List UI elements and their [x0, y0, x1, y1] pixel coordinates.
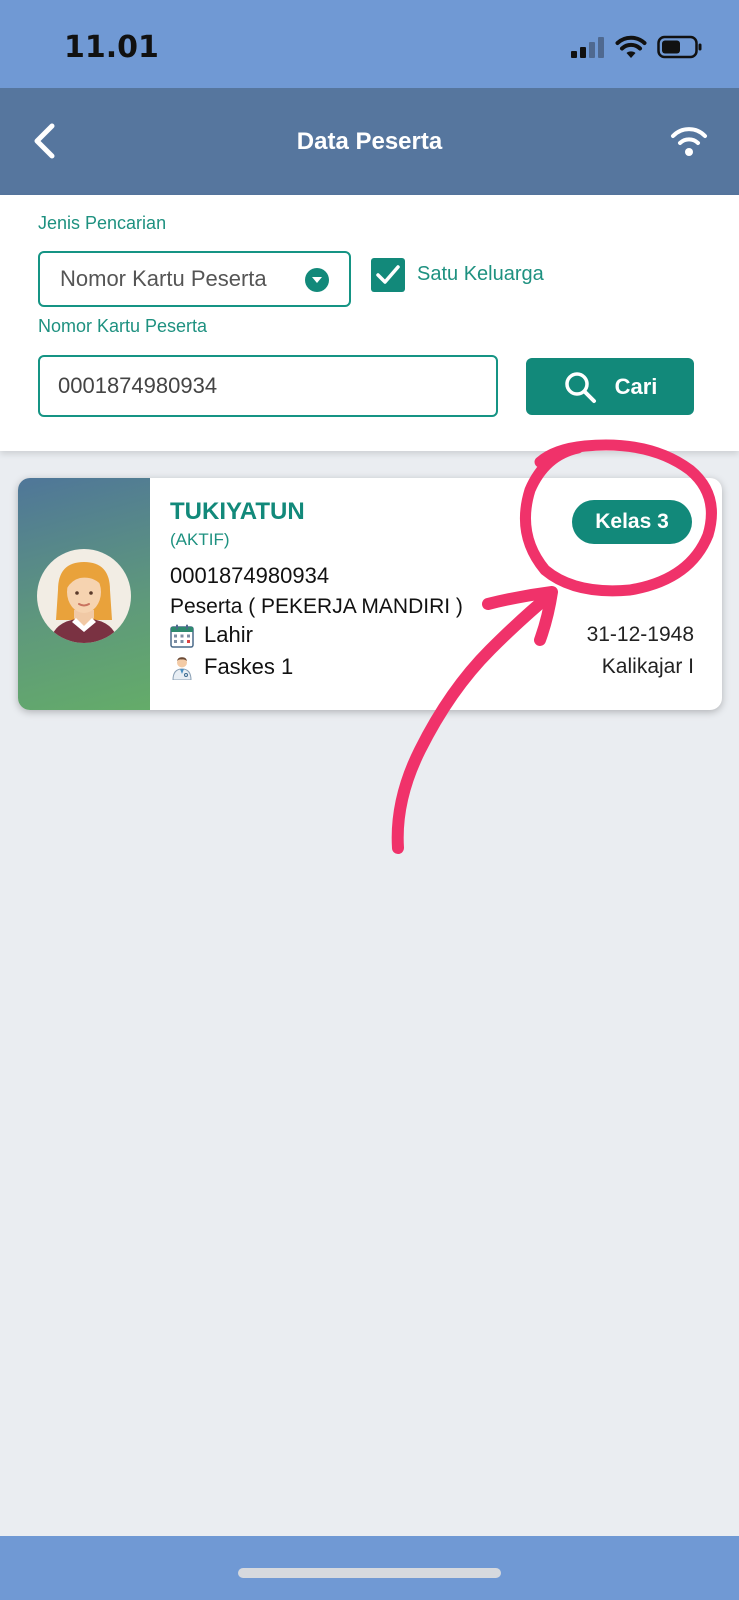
status-icons [571, 32, 703, 62]
battery-icon [657, 35, 702, 59]
birth-date: 31-12-1948 [586, 623, 694, 646]
search-panel: Jenis Pencarian Nomor Kartu Peserta Satu… [0, 195, 739, 451]
connection-button[interactable] [669, 124, 709, 158]
home-indicator[interactable] [238, 1568, 501, 1578]
search-type-label: Jenis Pencarian [38, 213, 167, 233]
class-badge: Kelas 3 [572, 500, 692, 544]
search-type-value: Nomor Kartu Peserta [60, 266, 267, 291]
page-title: Data Peserta [296, 128, 443, 155]
status-bar: 11.01 [0, 0, 739, 88]
wifi-status-icon [615, 35, 647, 58]
calendar-icon [170, 624, 194, 648]
participant-card[interactable]: TUKIYATUN (AKTIF) 0001874980934 Peserta … [18, 478, 722, 710]
facility-value: Kalikajar I [601, 655, 694, 678]
family-checkbox-label[interactable]: Satu Keluarga [417, 263, 544, 286]
doctor-icon [172, 657, 192, 680]
birth-label: Lahir [204, 622, 253, 647]
search-icon [564, 371, 596, 403]
wifi-icon [671, 127, 707, 156]
status-time: 11.01 [64, 30, 159, 65]
checkmark-icon [376, 265, 400, 284]
search-button[interactable]: Cari [526, 358, 694, 415]
participant-name: TUKIYATUN [170, 498, 305, 525]
family-checkbox[interactable] [371, 258, 405, 292]
search-button-label: Cari [614, 373, 658, 399]
search-type-select[interactable]: Nomor Kartu Peserta [38, 251, 351, 307]
app-bar: Data Peserta [0, 88, 739, 195]
card-number-input[interactable] [38, 355, 498, 417]
card-number-label: Nomor Kartu Peserta [38, 316, 208, 336]
facility-label: Faskes 1 [204, 654, 294, 679]
participant-type: Peserta ( PEKERJA MANDIRI ) [170, 595, 463, 618]
participant-card-number: 0001874980934 [170, 563, 330, 588]
avatar-woman-icon [37, 549, 131, 643]
cellular-signal-icon [571, 37, 604, 58]
card-side-panel [18, 478, 150, 710]
chevron-down-icon [305, 268, 329, 292]
participant-status: (AKTIF) [170, 530, 230, 549]
